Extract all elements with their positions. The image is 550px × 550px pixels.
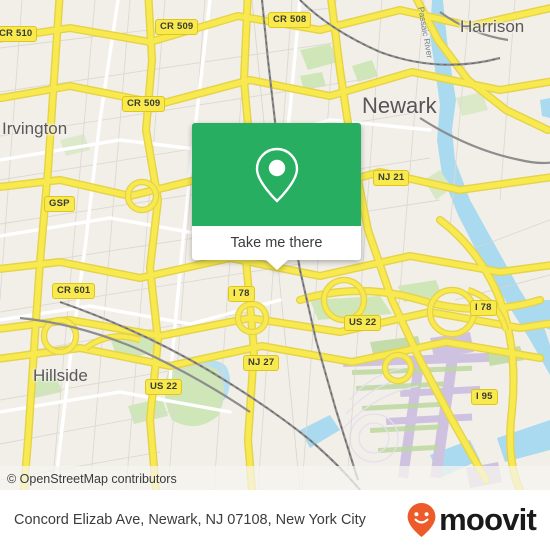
road-shield-nj-27[interactable]: NJ 27 — [243, 355, 280, 371]
road-shield-cr-601[interactable]: CR 601 — [52, 283, 96, 299]
moovit-smiley-pin-icon — [407, 503, 436, 537]
road-shield-cr-510[interactable]: CR 510 — [0, 26, 38, 42]
road-shield-i-95[interactable]: I 95 — [471, 389, 498, 405]
place-label-irvington: Irvington — [2, 119, 68, 138]
road-shield-nj-21[interactable]: NJ 21 — [373, 170, 410, 186]
footer-bar: Concord Elizab Ave, Newark, NJ 07108, Ne… — [0, 490, 550, 550]
road-shield-gsp[interactable]: GSP — [44, 196, 75, 212]
location-popup-card[interactable]: Take me there — [192, 123, 361, 270]
road-shield-i-78-a[interactable]: I 78 — [228, 286, 255, 302]
road-shield-us-22-b[interactable]: US 22 — [145, 379, 183, 395]
road-shield-us-22-a[interactable]: US 22 — [344, 315, 382, 331]
place-label-hillside: Hillside — [33, 366, 88, 385]
popup-header — [192, 123, 361, 226]
road-shield-cr-508[interactable]: CR 508 — [268, 12, 312, 28]
place-label-harrison: Harrison — [460, 17, 525, 36]
map-canvas[interactable]: Irvington Newark Harrison Hillside Passa… — [0, 0, 550, 490]
moovit-map-screenshot: Irvington Newark Harrison Hillside Passa… — [0, 0, 550, 550]
address-text: Concord Elizab Ave, Newark, NJ 07108, Ne… — [14, 511, 366, 528]
osm-attribution[interactable]: © OpenStreetMap contributors — [7, 472, 177, 486]
road-shield-cr-509-b[interactable]: CR 509 — [122, 96, 166, 112]
moovit-brand[interactable]: moovit — [406, 502, 537, 538]
moovit-wordmark: moovit — [439, 502, 537, 537]
road-shield-i-78-b[interactable]: I 78 — [470, 300, 497, 316]
map-pin-icon — [255, 147, 298, 203]
take-me-there-button[interactable]: Take me there — [192, 226, 361, 260]
road-shield-cr-509-a[interactable]: CR 509 — [155, 19, 199, 35]
popup-pointer-tail — [265, 260, 288, 270]
place-label-newark: Newark — [362, 93, 437, 118]
